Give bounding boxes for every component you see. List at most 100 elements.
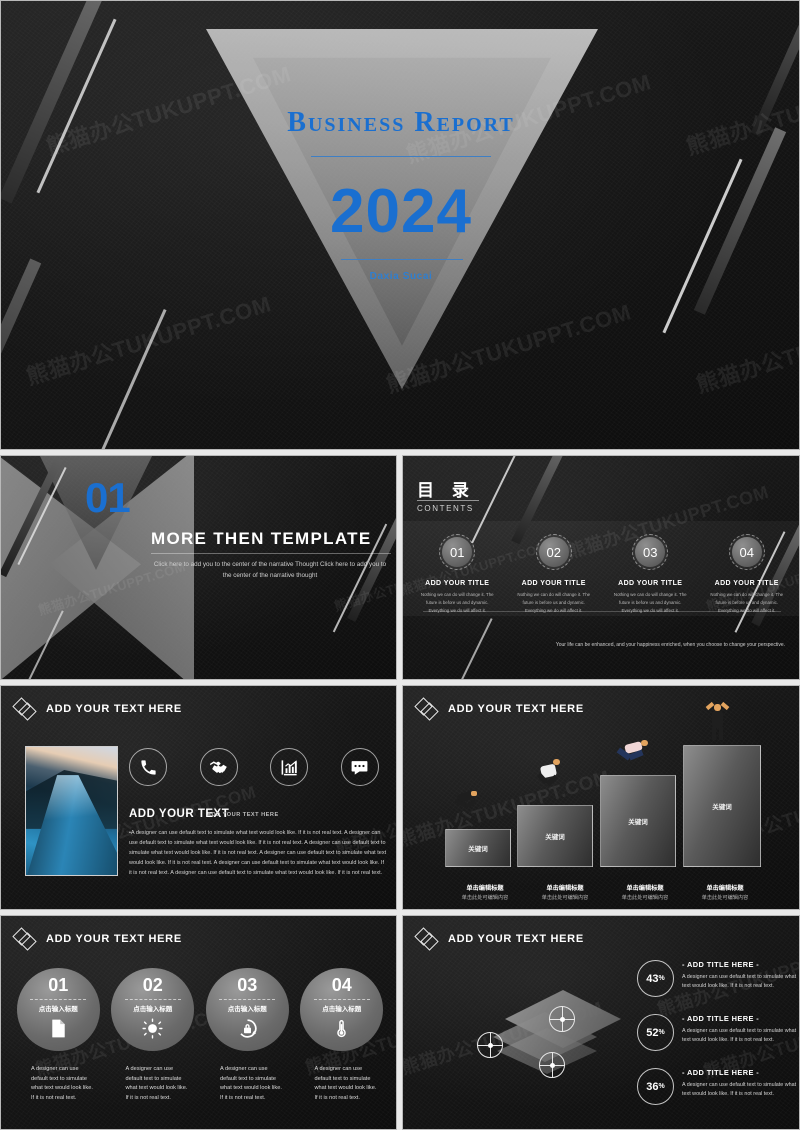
percent-unit: %: [658, 1029, 665, 1036]
percent-badge: 52%: [637, 1014, 674, 1051]
contents-item-desc: Nothing we can do will change it. The fu…: [710, 592, 784, 614]
stairs-bar[interactable]: 关键词: [683, 745, 761, 867]
percent-item[interactable]: 36% - ADD TITLE HERE - A designer can us…: [637, 1068, 797, 1105]
slide-header: ADD YOUR TEXT HERE: [414, 927, 584, 951]
contents-number-ring: 03: [632, 534, 669, 570]
contents-title-en: CONTENTS: [417, 504, 474, 513]
contents-item-title: ADD YOUR TITLE: [714, 580, 779, 587]
cover-divider-top: [311, 156, 491, 157]
slide-section-divider[interactable]: 熊猫办公TUKUPPT.COM 熊猫办公TUKUPPT.COM 01 MORE …: [0, 455, 397, 680]
runner-figure: [535, 757, 565, 793]
slide-header-title: ADD YOUR TEXT HERE: [448, 703, 584, 715]
contents-item[interactable]: 01 ADD YOUR TITLE Nothing we can do will…: [409, 534, 506, 615]
percent-item[interactable]: 52% - ADD TITLE HERE - A designer can us…: [637, 1014, 797, 1051]
stairs-bar[interactable]: 关键词: [517, 805, 593, 867]
stairs-bar[interactable]: 关键词: [600, 775, 676, 867]
circle-title-cn: 点击输入标题: [133, 1005, 173, 1013]
contents-number: 04: [731, 537, 762, 567]
runner-figure: [453, 787, 479, 813]
photo-sublabel: ADD YOUR TEXT HERE: [207, 812, 279, 818]
percent-title: - ADD TITLE HERE -: [682, 1068, 760, 1077]
stairs-bar-keyword: 关键词: [628, 818, 648, 826]
contents-number: 02: [538, 537, 569, 567]
photo-placeholder: [25, 746, 118, 876]
slide-header: ADD YOUR TEXT HERE: [414, 697, 584, 721]
percent-unit: %: [658, 1083, 665, 1090]
percent-badge: 43%: [637, 960, 674, 997]
percent-desc: A designer can use default text to simul…: [682, 974, 797, 990]
photo-paragraph: •A designer can use default text to simu…: [129, 830, 387, 876]
slide-header-title: ADD YOUR TEXT HERE: [448, 933, 584, 945]
stairs-label-title: 单击编辑标题: [706, 885, 744, 892]
contents-item[interactable]: 04 ADD YOUR TITLE Nothing we can do will…: [699, 534, 796, 615]
circle-disc: 03 点击输入标题: [205, 968, 289, 1051]
watermark-text: 熊猫办公TUKUPPT.COM: [22, 287, 275, 392]
slide-four-circles[interactable]: 熊猫办公TUKUPPT.COM 熊猫办公TUKUPPT.COM ADD YOUR…: [0, 915, 397, 1130]
cover-title: Business Report: [287, 107, 515, 138]
handshake-icon[interactable]: [199, 748, 238, 786]
slide-contents[interactable]: 熊猫办公TUKUPPT.COM 熊猫办公TUKUPPT.COM 熊猫办公TUKU…: [402, 455, 800, 680]
stairs-label-title: 单击编辑标题: [626, 885, 664, 892]
crosshair-icon: [549, 1006, 575, 1032]
runner-figure: [616, 739, 651, 773]
contents-item-title: ADD YOUR TITLE: [618, 580, 683, 587]
stairs-label-desc: 单击此处可编辑内容: [461, 895, 509, 901]
slide-header-title: ADD YOUR TEXT HERE: [46, 703, 182, 715]
icon-row: [129, 748, 379, 786]
contents-title-divider: [417, 500, 479, 501]
percent-unit: %: [658, 975, 665, 982]
slide-photo-icons[interactable]: 熊猫办公TUKUPPT.COM 熊猫办公TUKUPPT.COM ADD YOUR…: [0, 685, 397, 910]
contents-item[interactable]: 02 ADD YOUR TITLE Nothing we can do will…: [506, 534, 603, 615]
contents-number: 01: [442, 537, 473, 567]
lock-refresh-icon: [237, 1016, 258, 1040]
slide-header-title: ADD YOUR TEXT HERE: [46, 933, 182, 945]
chat-icon[interactable]: [340, 748, 379, 786]
circle-item[interactable]: 01 点击输入标题 A designer can use default tex…: [11, 968, 106, 1103]
circle-divider: [30, 999, 87, 1000]
stairs-label-title: 单击编辑标题: [546, 885, 584, 892]
circle-number: 01: [48, 975, 69, 995]
circle-item[interactable]: 03 点击输入标题 A designer can use default tex…: [200, 968, 295, 1103]
percent-desc: A designer can use default text to simul…: [682, 1082, 797, 1098]
phone-icon[interactable]: [129, 748, 167, 786]
section-body: Click here to add you to the center of t…: [153, 561, 387, 580]
slide-header: ADD YOUR TEXT HERE: [12, 697, 182, 721]
stairs-bar-keyword: 关键词: [712, 803, 732, 811]
stairs-label: 单击编辑标题 单击此处可编辑内容: [525, 883, 605, 901]
circle-number: 03: [237, 975, 258, 995]
circle-divider: [313, 999, 370, 1000]
contents-item-desc: Nothing we can do will change it. The fu…: [613, 592, 687, 614]
slide-stairs-chart[interactable]: 熊猫办公TUKUPPT.COM 熊猫办公TUKUPPT.COM ADD YOUR…: [402, 685, 800, 910]
contents-footer: Your life can be enhanced, and your happ…: [555, 642, 785, 648]
contents-item-title: ADD YOUR TITLE: [521, 580, 586, 587]
bar-chart-icon[interactable]: [270, 748, 309, 786]
circle-disc: 02 点击输入标题: [111, 968, 195, 1051]
stairs-label: 单击编辑标题 单击此处可编辑内容: [445, 883, 525, 901]
circle-number: 04: [331, 975, 352, 995]
circle-number: 02: [142, 975, 163, 995]
decor-stripe: [451, 618, 493, 679]
section-divider: [151, 553, 391, 554]
decor-stripe: [82, 309, 167, 449]
contents-number-ring: 02: [535, 534, 572, 570]
stairs-label-desc: 单击此处可编辑内容: [541, 895, 589, 901]
contents-number: 03: [635, 537, 666, 567]
percent-item[interactable]: 43% - ADD TITLE HERE - A designer can us…: [637, 960, 797, 997]
percent-title: - ADD TITLE HERE -: [682, 960, 760, 969]
stairs-bar[interactable]: 关键词: [445, 829, 511, 867]
stairs-bar-keyword: 关键词: [468, 845, 488, 853]
stairs-labels: 单击编辑标题 单击此处可编辑内容 单击编辑标题 单击此处可编辑内容 单击编辑标题…: [445, 883, 765, 901]
thermometer-icon: [331, 1016, 352, 1040]
circle-desc: A designer can use default text to simul…: [31, 1066, 93, 1101]
document-icon: [48, 1016, 69, 1040]
circle-item[interactable]: 02 点击输入标题 A designer can use default tex…: [106, 968, 201, 1103]
stairs-label-desc: 单击此处可编辑内容: [621, 895, 669, 901]
diamond-icon: [414, 927, 439, 951]
cover-year: 2024: [330, 177, 472, 246]
cover-divider-bottom: [341, 259, 463, 260]
slide-cover[interactable]: 熊猫办公TUKUPPT.COM 熊猫办公TUKUPPT.COM 熊猫办公TUKU…: [0, 0, 800, 450]
contents-item[interactable]: 03 ADD YOUR TITLE Nothing we can do will…: [602, 534, 699, 615]
slide-layers-percent[interactable]: 熊猫办公TUKUPPT.COM 熊猫办公TUKUPPT.COM 熊猫办公TUKU…: [402, 915, 800, 1130]
circle-item[interactable]: 04 点击输入标题 A designer can use default tex…: [295, 968, 390, 1103]
stairs-bars: 关键词 关键词 关键词 关键词: [445, 701, 765, 867]
